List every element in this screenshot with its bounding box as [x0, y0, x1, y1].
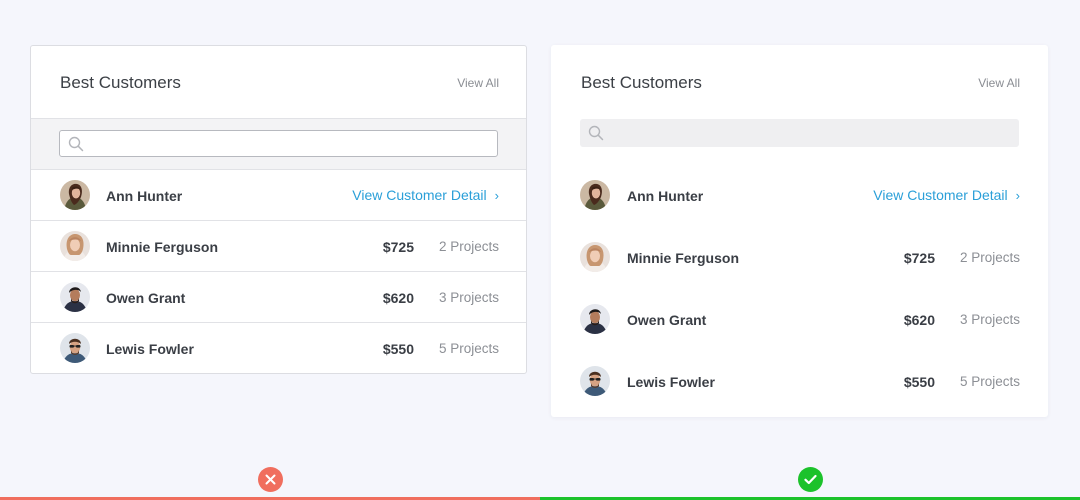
detail-label: View Customer Detail [873, 187, 1008, 203]
avatar [60, 231, 90, 261]
avatar [580, 304, 610, 334]
customer-amount: $725 [903, 250, 935, 266]
card-title: Best Customers [60, 73, 181, 92]
avatar [580, 242, 610, 272]
detail-label: View Customer Detail [352, 187, 487, 203]
search-input[interactable] [580, 119, 1019, 147]
search-icon [588, 125, 604, 141]
card-header: Best Customers View All [31, 46, 526, 119]
customers-card-good-example: Best Customers View All Ann Hunter View … [551, 45, 1048, 417]
good-badge [798, 467, 823, 492]
customer-row[interactable]: Owen Grant $620 3 Projects [31, 272, 526, 323]
customer-row[interactable]: Ann Hunter View Customer Detail › [551, 175, 1048, 215]
customer-name: Owen Grant [627, 312, 707, 328]
search-input[interactable] [59, 130, 498, 157]
customer-projects: 3 Projects [438, 290, 499, 305]
customer-name: Lewis Fowler [106, 341, 194, 357]
avatar [580, 366, 610, 396]
customer-name: Minnie Ferguson [627, 250, 739, 266]
chevron-right-icon: › [1015, 188, 1020, 203]
customer-projects: 5 Projects [438, 341, 499, 356]
customer-amount: $620 [903, 312, 935, 328]
avatar [580, 180, 610, 210]
search-icon [68, 136, 84, 152]
avatar [60, 282, 90, 312]
view-customer-detail-link[interactable]: View Customer Detail › [352, 187, 499, 203]
customer-projects: 2 Projects [959, 250, 1020, 265]
bad-badge [258, 467, 283, 492]
card-title: Best Customers [581, 73, 702, 92]
customer-projects: 2 Projects [438, 239, 499, 254]
customers-card-bad-example: Best Customers View All Ann Hunter View … [30, 45, 527, 374]
customer-amount: $620 [382, 290, 414, 306]
customer-name: Ann Hunter [106, 188, 183, 204]
view-customer-detail-link[interactable]: View Customer Detail › [873, 187, 1020, 203]
avatar [60, 333, 90, 363]
avatar [60, 180, 90, 210]
customer-row[interactable]: Minnie Ferguson $725 2 Projects [551, 237, 1048, 277]
customer-name: Minnie Ferguson [106, 239, 218, 255]
customer-name: Owen Grant [106, 290, 186, 306]
customer-row[interactable]: Minnie Ferguson $725 2 Projects [31, 221, 526, 272]
view-all-link[interactable]: View All [978, 76, 1020, 90]
customer-row[interactable]: Owen Grant $620 3 Projects [551, 299, 1048, 339]
customer-name: Ann Hunter [627, 188, 704, 204]
customer-row[interactable]: Lewis Fowler $550 5 Projects [31, 323, 526, 374]
customer-amount: $725 [382, 239, 414, 255]
customer-amount: $550 [903, 374, 935, 390]
customer-row[interactable]: Lewis Fowler $550 5 Projects [551, 361, 1048, 401]
view-all-link[interactable]: View All [457, 76, 499, 90]
check-icon [804, 474, 817, 485]
chevron-right-icon: › [494, 188, 499, 203]
customer-amount: $550 [382, 341, 414, 357]
customer-projects: 5 Projects [959, 374, 1020, 389]
customer-name: Lewis Fowler [627, 374, 715, 390]
close-icon [265, 474, 276, 485]
customer-row[interactable]: Ann Hunter View Customer Detail › [31, 170, 526, 221]
search-bar [31, 119, 526, 170]
customer-projects: 3 Projects [959, 312, 1020, 327]
